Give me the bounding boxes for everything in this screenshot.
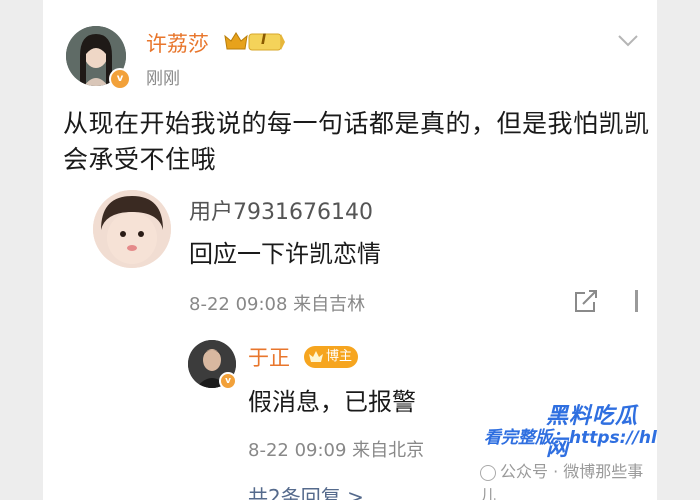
replier-verified-icon: v	[219, 372, 237, 390]
more-bar-icon[interactable]	[635, 290, 639, 312]
author-badge: 博主	[304, 346, 359, 368]
verified-badge-icon: v	[109, 68, 131, 90]
comment-text: 回应一下许凯恋情	[189, 240, 381, 268]
post-body-text: 从现在开始我说的每一句话都是真的，但是我怕凯凯会承受不住哦	[63, 109, 650, 174]
post-timestamp: 刚刚	[146, 69, 180, 89]
watermark-account: 公众号 · 微博那些事儿	[480, 458, 657, 500]
commenter-avatar[interactable]	[93, 190, 171, 268]
user-level-badge: I	[223, 30, 285, 54]
weibo-post-card: v 许荔莎 I 刚刚 从现在开始我说的每一句话都是真的，但是我怕凯凯会承受不住哦…	[43, 0, 657, 500]
comment-meta: 8-22 09:08 来自吉林	[189, 294, 366, 315]
level-badge-text: I	[261, 32, 267, 48]
more-replies-link[interactable]: 共2条回复 >	[248, 481, 364, 500]
commenter-username[interactable]: 用户7931676140	[189, 194, 373, 226]
watermark-url: 看完整版：https://hlcgw73.com	[484, 428, 657, 448]
chevron-down-icon[interactable]	[617, 34, 639, 48]
crown-icon	[309, 351, 323, 362]
replier-username[interactable]: 于正	[248, 342, 290, 372]
wechat-icon	[480, 464, 496, 481]
reply-text: 假消息，已报警	[248, 388, 416, 416]
crown-icon	[224, 32, 285, 51]
author-badge-label: 博主	[326, 349, 353, 364]
post-author-name[interactable]: 许荔莎	[146, 28, 209, 58]
watermark-account-text: 公众号 · 微博那些事儿	[480, 462, 644, 500]
share-icon[interactable]	[573, 290, 599, 314]
reply-meta: 8-22 09:09 来自北京	[248, 440, 425, 461]
